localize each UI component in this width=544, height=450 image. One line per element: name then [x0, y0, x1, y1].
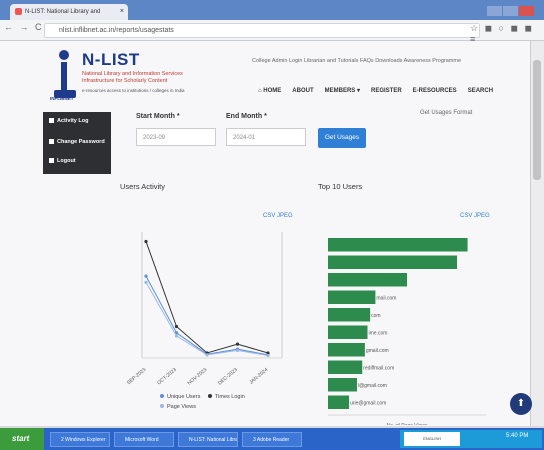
- usage-format-label: Get Usages Format: [420, 110, 473, 116]
- address-bar[interactable]: nlist.inflibnet.ac.in/reports/usagestats: [44, 23, 480, 38]
- data-point: [174, 324, 179, 329]
- data-point: [266, 353, 270, 358]
- legend-marker: [160, 404, 164, 408]
- start-button[interactable]: start: [0, 428, 44, 450]
- bar-label: gmail.com: [366, 348, 389, 354]
- legend-marker: [208, 394, 212, 398]
- nav-buttons-icon[interactable]: ← → C: [4, 22, 44, 32]
- end-month-input[interactable]: 2024-01: [226, 128, 306, 146]
- sidebar-item-logout[interactable]: Logout: [49, 158, 76, 164]
- taskbar-item[interactable]: Microsoft Word: [114, 432, 174, 447]
- bar: [328, 255, 458, 269]
- nav-register[interactable]: REGISTER: [371, 88, 402, 94]
- bar-label: com: [371, 313, 380, 319]
- bar: [328, 325, 368, 339]
- data-point: [144, 274, 148, 278]
- site-title[interactable]: N-LIST: [82, 50, 140, 70]
- bar-label: ime.com: [369, 330, 388, 336]
- bar-label: l@gmail.com: [358, 383, 387, 389]
- scrollbar-thumb[interactable]: [533, 60, 541, 180]
- bar: [328, 290, 376, 304]
- x-tick-label: SEP-2023: [126, 367, 147, 386]
- inflibnet-badge: INFLIBNET: [50, 96, 74, 101]
- nav-search[interactable]: SEARCH: [468, 88, 493, 94]
- site-tagline: e-resources access to institutions / col…: [82, 88, 185, 93]
- x-axis-label: No. of Page Views: [386, 423, 428, 425]
- maximize-button[interactable]: [503, 6, 518, 16]
- browser-tab[interactable]: N-LIST: National Library and ×: [10, 4, 128, 20]
- bar: [328, 395, 350, 409]
- nav-about[interactable]: ABOUT: [292, 88, 313, 94]
- nlist-logo-icon[interactable]: [54, 50, 76, 98]
- data-point: [205, 353, 209, 357]
- bar: [328, 360, 363, 374]
- top-users-title: Top 10 Users: [318, 182, 363, 191]
- user-sidebar: Activity Log Change Password Logout: [43, 112, 111, 174]
- data-point: [174, 334, 179, 338]
- favicon-icon: [15, 7, 22, 15]
- taskbar-item[interactable]: 2 Windows Explorer: [50, 432, 110, 447]
- list-icon: [49, 118, 54, 124]
- top-links[interactable]: College Admin Login Librarian and Tutori…: [252, 58, 461, 64]
- minimize-button[interactable]: [487, 6, 502, 16]
- legend-marker: [160, 394, 164, 398]
- top-users-chart: mail.com com ime.com gmail.com rediffmail.co…: [328, 238, 486, 425]
- taskbar-item[interactable]: N-LIST: National Libra...: [178, 432, 238, 447]
- window-controls: [486, 3, 538, 16]
- bar-label: rediffmail.com: [363, 365, 394, 371]
- bar-label: mail.com: [376, 295, 396, 301]
- tab-title: N-LIST: National Library and: [25, 9, 101, 15]
- x-tick-label: DEC-2023: [217, 367, 239, 387]
- data-point: [235, 342, 240, 346]
- nav-home[interactable]: ⌂ HOME: [258, 88, 281, 94]
- sidebar-item-change-password[interactable]: Change Password: [49, 139, 105, 145]
- taskbar-clock: 5:40 PM: [506, 433, 529, 439]
- scroll-top-button[interactable]: ⬆: [510, 393, 532, 415]
- logout-icon: [49, 158, 54, 164]
- language-indicator[interactable]: ENGLISH: [404, 432, 460, 446]
- start-month-input[interactable]: 2023-09: [136, 128, 216, 146]
- data-point: [144, 239, 148, 244]
- users-activity-chart: SEP-2023 OCT-2023 NOV-2023 DEC-2023 JAN-2024…: [126, 232, 283, 410]
- data-point: [144, 280, 148, 284]
- end-month-label: End Month *: [226, 113, 267, 120]
- close-window-button[interactable]: [519, 6, 534, 16]
- x-tick-label: JAN-2024: [248, 367, 269, 386]
- bar: [328, 343, 365, 357]
- x-tick-label: OCT-2023: [156, 367, 178, 387]
- key-icon: [49, 139, 54, 145]
- top-users-export-links[interactable]: CSV JPEG: [460, 213, 490, 219]
- get-usages-button[interactable]: Get Usages: [318, 128, 366, 148]
- data-point: [235, 348, 240, 353]
- legend-label: Times Login: [215, 394, 245, 400]
- site-subtitle-1: National Library and Information Service…: [82, 71, 183, 77]
- x-tick-label: NOV-2023: [187, 367, 209, 387]
- sidebar-item-activity-log[interactable]: Activity Log: [49, 118, 88, 124]
- bar: [328, 238, 468, 252]
- bar-label: urie@gmail.com: [350, 400, 386, 406]
- start-month-label: Start Month *: [136, 113, 180, 120]
- close-tab-icon[interactable]: ×: [120, 4, 124, 20]
- bar: [328, 378, 357, 392]
- nav-eresources[interactable]: E-RESOURCES: [413, 88, 457, 94]
- nav-members[interactable]: MEMBERS ▾: [325, 88, 360, 94]
- legend-label: Unique Users: [167, 394, 201, 400]
- series-line: [145, 241, 269, 354]
- activity-export-links[interactable]: CSV JPEG: [263, 213, 293, 219]
- bar: [328, 273, 407, 287]
- legend-label: Page Views: [167, 404, 196, 410]
- main-nav: ⌂ HOME ABOUT MEMBERS ▾ REGISTER E-RESOURCES S…: [258, 87, 504, 94]
- bar: [328, 308, 371, 322]
- site-subtitle-2: Infrastructure for Scholarly Content: [82, 78, 168, 84]
- taskbar-item[interactable]: 3 Adobe Reader: [242, 432, 302, 447]
- users-activity-title: Users Activity: [120, 182, 166, 191]
